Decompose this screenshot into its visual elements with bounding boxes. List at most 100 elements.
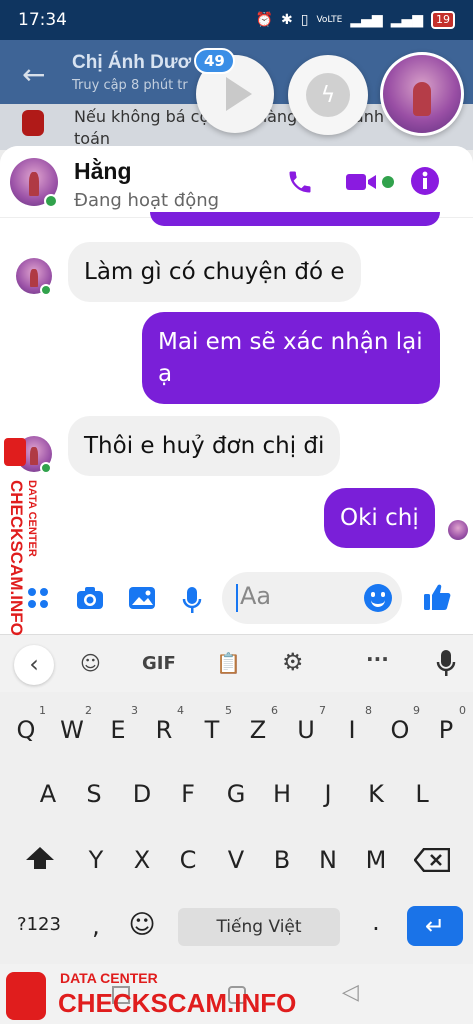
- key-hint: 5: [225, 704, 232, 717]
- message-bubble-outgoing: [150, 212, 440, 226]
- camera-icon[interactable]: [76, 586, 104, 610]
- message-list: Làm gì có chuyện đó e Mai em sẽ xác nhận…: [0, 212, 473, 568]
- key-d[interactable]: D: [124, 780, 160, 808]
- composer: Aa: [0, 568, 473, 634]
- key-label: P: [438, 716, 454, 744]
- numbers-key[interactable]: ?123: [14, 914, 64, 935]
- background-contact-status: Truy cập 8 phút tr: [72, 78, 188, 93]
- key-label: E: [110, 716, 126, 744]
- key-a[interactable]: A: [30, 780, 66, 808]
- key-label: I: [348, 716, 356, 744]
- key-hint: 3: [131, 704, 138, 717]
- status-icons: ⏰ ✱ ▯ VoLTE ▂▄▆ ▂▄▆ 19: [256, 11, 455, 29]
- key-label: U: [297, 716, 315, 744]
- key-g[interactable]: G: [218, 780, 254, 808]
- key-label: W: [60, 716, 84, 744]
- key-comma[interactable]: ,: [78, 912, 114, 940]
- message-input[interactable]: Aa: [222, 572, 402, 624]
- clipboard-icon[interactable]: 📋: [216, 651, 241, 675]
- online-indicator: [44, 194, 58, 208]
- keyboard-mic-icon[interactable]: [436, 649, 456, 677]
- message-bubble-incoming[interactable]: Làm gì có chuyện đó e: [68, 242, 361, 302]
- vibrate-icon: ▯: [300, 12, 309, 28]
- key-v[interactable]: V: [218, 846, 254, 874]
- chat-window: Hằng Đang hoạt động Làm gì có chuyện đó …: [0, 146, 473, 634]
- emoji-icon[interactable]: [364, 584, 392, 612]
- watermark-vertical: DATA CENTER CHECKSCAM.INFO: [6, 480, 46, 660]
- contact-name[interactable]: Hằng: [74, 158, 132, 185]
- online-indicator: [40, 462, 52, 474]
- watermark-site: CHECKSCAM.INFO: [58, 988, 297, 1018]
- key-hint: 0: [459, 704, 466, 717]
- sticker-icon[interactable]: ☺: [80, 651, 101, 675]
- key-n[interactable]: N: [310, 846, 346, 874]
- message-bubble-incoming[interactable]: Thôi e huỷ đơn chị đi: [68, 416, 341, 476]
- key-e[interactable]: E3: [100, 704, 138, 744]
- emoji-key-icon[interactable]: ☺: [124, 910, 160, 940]
- key-period[interactable]: .: [358, 908, 394, 936]
- space-bar[interactable]: Tiếng Việt: [178, 908, 340, 946]
- key-q[interactable]: Q1: [8, 704, 46, 744]
- key-c[interactable]: C: [170, 846, 206, 874]
- back-icon[interactable]: ◁: [342, 980, 359, 1005]
- key-m[interactable]: M: [358, 846, 394, 874]
- key-o[interactable]: O9: [382, 704, 420, 744]
- key-i[interactable]: I8: [334, 704, 372, 744]
- alarm-icon: ⏰: [255, 12, 273, 28]
- info-icon[interactable]: [410, 166, 440, 196]
- key-h[interactable]: H: [264, 780, 300, 808]
- phone-icon[interactable]: [286, 168, 314, 196]
- chat-header: Hằng Đang hoạt động: [0, 146, 473, 218]
- watermark-label: DATA CENTER: [26, 480, 38, 557]
- keyboard: Q1 W2 E3 R4 T5 Z6 U7 I8 O9 P0 A S D F G …: [0, 692, 473, 964]
- gallery-icon[interactable]: [128, 586, 156, 610]
- lock-icon: [4, 438, 26, 466]
- play-icon: [226, 77, 252, 111]
- key-label: Q: [16, 716, 36, 744]
- key-b[interactable]: B: [264, 846, 300, 874]
- message-bubble-outgoing[interactable]: Mai em sẽ xác nhận lại ạ: [142, 312, 440, 404]
- key-p[interactable]: P0: [428, 704, 466, 744]
- gif-button[interactable]: GIF: [142, 653, 176, 674]
- key-x[interactable]: X: [124, 846, 160, 874]
- enter-key-icon[interactable]: ↵: [407, 906, 463, 946]
- key-t[interactable]: T5: [194, 704, 232, 744]
- video-call-icon[interactable]: [344, 170, 380, 194]
- key-l[interactable]: L: [404, 780, 440, 808]
- key-hint: 8: [365, 704, 372, 717]
- backspace-icon[interactable]: [414, 848, 450, 872]
- message-bubble-outgoing[interactable]: Oki chị: [324, 488, 435, 548]
- contact-chat-head[interactable]: [380, 52, 464, 136]
- key-w[interactable]: W2: [54, 704, 92, 744]
- key-s[interactable]: S: [76, 780, 112, 808]
- messenger-chat-head[interactable]: ϟ: [288, 55, 368, 135]
- volte-icon: VoLTE: [316, 15, 343, 25]
- key-z[interactable]: Z6: [240, 704, 278, 744]
- avatar-photo: [29, 172, 39, 197]
- watermark-site: CHECKSCAM.INFO: [7, 480, 26, 636]
- lock-icon: [6, 972, 46, 1020]
- more-icon[interactable]: ···: [366, 647, 389, 671]
- key-y[interactable]: Y: [78, 846, 114, 874]
- video-available-dot: [382, 176, 394, 188]
- key-u[interactable]: U7: [288, 704, 326, 744]
- key-hint: 4: [177, 704, 184, 717]
- key-label: T: [204, 716, 220, 744]
- shift-icon[interactable]: [22, 846, 58, 870]
- signal-icon: ▂▄▆: [390, 12, 423, 28]
- product-thumbnail: [22, 110, 44, 136]
- like-icon[interactable]: [422, 582, 452, 612]
- contact-status: Đang hoạt động: [74, 190, 220, 211]
- background-contact-name: Chị Ánh Dươ: [72, 52, 192, 73]
- back-arrow-icon[interactable]: ←: [22, 58, 45, 91]
- online-indicator: [40, 284, 52, 296]
- avatar-photo: [30, 446, 38, 465]
- battery-icon: 19: [431, 11, 455, 29]
- keyboard-toolbar: ‹ ☺ GIF 📋 ⚙ ···: [0, 634, 473, 692]
- settings-icon[interactable]: ⚙: [282, 648, 304, 676]
- key-k[interactable]: K: [358, 780, 394, 808]
- key-j[interactable]: J: [310, 780, 346, 808]
- key-r[interactable]: R4: [146, 704, 184, 744]
- microphone-icon[interactable]: [182, 586, 202, 614]
- key-f[interactable]: F: [170, 780, 206, 808]
